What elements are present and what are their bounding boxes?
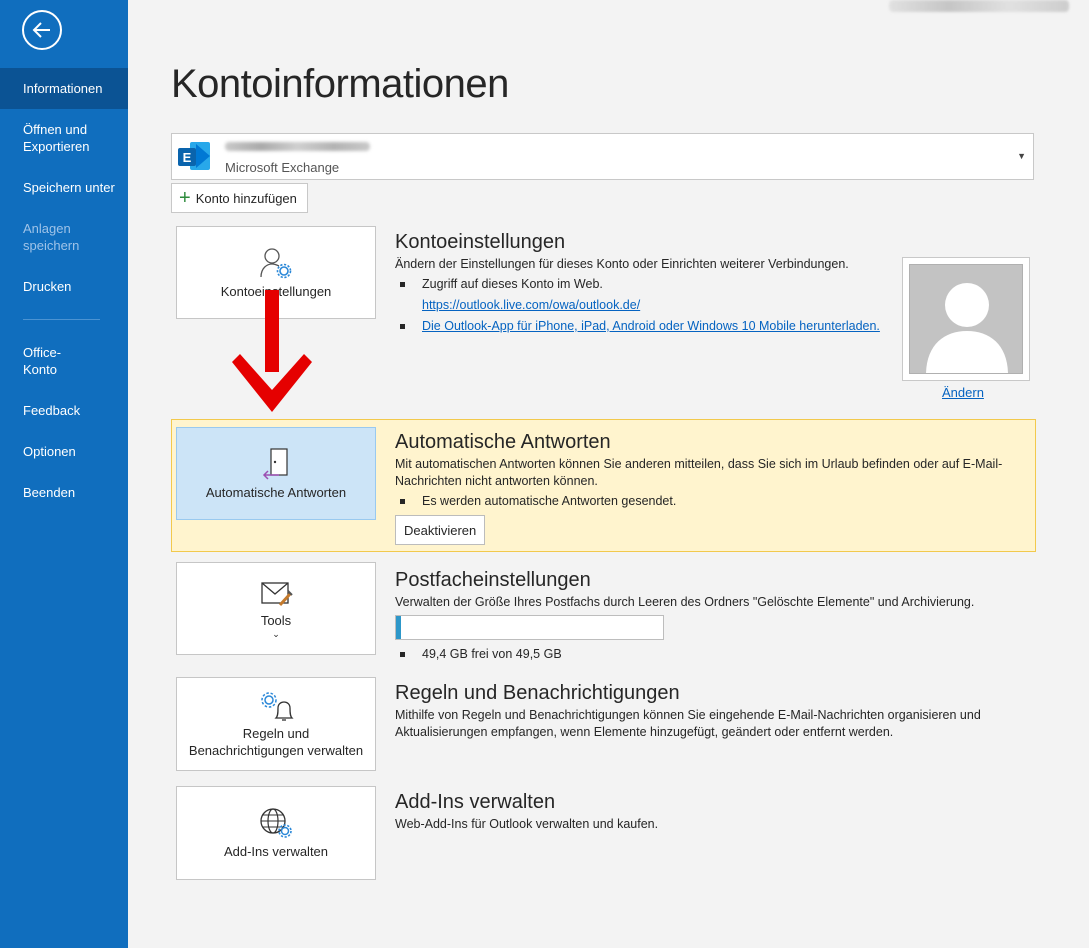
nav-label: Öffnen und Exportieren (23, 122, 90, 154)
section-description: Web-Add-Ins für Outlook verwalten und ka… (395, 817, 659, 831)
back-arrow-icon (32, 22, 50, 38)
section-description: Mit automatischen Antworten können Sie a… (395, 457, 1003, 488)
nav-item-options[interactable]: Optionen (0, 443, 128, 460)
nav-separator (23, 319, 100, 320)
mobile-app-link[interactable]: Die Outlook-App für iPhone, iPad, Androi… (422, 319, 880, 333)
globe-settings-icon (260, 808, 292, 838)
rules-body: Regeln und Benachrichtigungen Mithilfe v… (395, 681, 1030, 741)
account-type: Microsoft Exchange (225, 160, 340, 175)
rules-bell-icon (261, 691, 294, 721)
nav-label: Anlagen speichern (23, 221, 80, 253)
section-title: Kontoeinstellungen (395, 231, 566, 253)
account-settings-body: Kontoeinstellungen Ändern der Einstellun… (395, 230, 915, 335)
bullet-mobile-app: Die Outlook-App für iPhone, iPad, Androi… (395, 318, 915, 335)
door-arrow-icon (262, 447, 288, 480)
automatic-replies-body: Automatische Antworten Mit automatischen… (395, 430, 1029, 545)
nav-item-save-attachments: Anlagen speichern (0, 220, 128, 254)
section-title: Add-Ins verwalten (395, 791, 556, 813)
red-arrow-annotation (232, 290, 312, 412)
bullet-text: Zugriff auf dieses Konto im Web. (422, 277, 603, 291)
mailbox-settings-body: Postfacheinstellungen Verwalten der Größ… (395, 568, 1030, 663)
section-title: Postfacheinstellungen (395, 569, 591, 591)
add-account-label: Konto hinzufügen (195, 190, 297, 206)
page-title: Kontoinformationen (171, 62, 509, 106)
storage-progress-fill (396, 616, 402, 639)
svg-text:E: E (183, 150, 192, 165)
rules-tile[interactable]: Regeln und Benachrichtigungen verwalten (176, 677, 376, 771)
avatar (909, 264, 1023, 374)
backstage-nav: Informationen Öffnen und Exportieren Spe… (0, 68, 128, 501)
exchange-logo-icon: E (178, 142, 210, 170)
section-description: Ändern der Einstellungen für dieses Kont… (395, 257, 849, 271)
chevron-down-icon: ⌄ (272, 628, 280, 639)
tile-label: Add-Ins verwalten (223, 844, 329, 859)
nav-item-exit[interactable]: Beenden (0, 484, 128, 501)
main-content: Kontoinformationen E Microsoft Exchange … (128, 0, 1089, 948)
automatic-replies-tile[interactable]: Automatische Antworten (176, 427, 376, 520)
nav-item-open-export[interactable]: Öffnen und Exportieren (0, 121, 128, 155)
storage-progress-bar (395, 615, 664, 640)
nav-item-feedback[interactable]: Feedback (0, 402, 128, 419)
section-title: Automatische Antworten (395, 431, 611, 453)
owa-link[interactable]: https://outlook.live.com/owa/outlook.de/ (422, 297, 640, 314)
person-placeholder-icon (926, 283, 1008, 373)
plus-icon: + (179, 187, 191, 209)
section-title: Regeln und Benachrichtigungen (395, 682, 680, 704)
section-mailbox-settings: Tools ⌄ Postfacheinstellungen Verwalten … (171, 562, 1036, 667)
add-account-button[interactable]: + Konto hinzufügen (171, 183, 308, 213)
nav-item-office-account[interactable]: Office-Konto (0, 344, 128, 378)
addins-tile[interactable]: Add-Ins verwalten (176, 786, 376, 880)
nav-label: Office-Konto (23, 345, 62, 377)
bullet-auto-reply-status: Es werden automatische Antworten gesende… (395, 493, 1029, 510)
section-description: Verwalten der Größe Ihres Postfachs durc… (395, 595, 975, 609)
backstage-sidebar: Informationen Öffnen und Exportieren Spe… (0, 0, 128, 948)
tile-label: Automatische Antworten (205, 484, 347, 500)
user-settings-icon (260, 247, 292, 278)
change-picture-link[interactable]: Ändern (942, 385, 984, 400)
section-addins: Add-Ins verwalten Add-Ins verwalten Web-… (171, 786, 1036, 881)
back-button[interactable] (22, 10, 62, 50)
nav-item-save-as[interactable]: Speichern unter (0, 179, 128, 196)
addins-body: Add-Ins verwalten Web-Add-Ins für Outloo… (395, 790, 1030, 833)
deactivate-button[interactable]: Deaktivieren (395, 515, 486, 545)
section-rules: Regeln und Benachrichtigungen verwalten … (171, 677, 1036, 772)
mailbox-tools-icon (261, 581, 293, 606)
blurred-account-email (225, 142, 370, 151)
nav-item-informationen[interactable]: Informationen (0, 68, 128, 109)
tools-tile[interactable]: Tools ⌄ (176, 562, 376, 655)
section-automatic-replies: Automatische Antworten Automatische Antw… (171, 419, 1036, 552)
chevron-down-icon: ▼ (1017, 151, 1026, 161)
blurred-user-name (889, 0, 1069, 12)
nav-item-print[interactable]: Drucken (0, 278, 128, 295)
section-description: Mithilfe von Regeln und Benachrichtigung… (395, 708, 981, 739)
storage-info: 49,4 GB frei von 49,5 GB (395, 646, 1030, 663)
tile-label: Tools (260, 612, 292, 628)
bullet-web-access: Zugriff auf dieses Konto im Web. https:/… (395, 276, 915, 314)
tile-label: Regeln und Benachrichtigungen verwalten (188, 725, 364, 758)
account-dropdown[interactable]: E Microsoft Exchange ▼ (171, 133, 1034, 180)
profile-picture-frame (902, 257, 1030, 381)
